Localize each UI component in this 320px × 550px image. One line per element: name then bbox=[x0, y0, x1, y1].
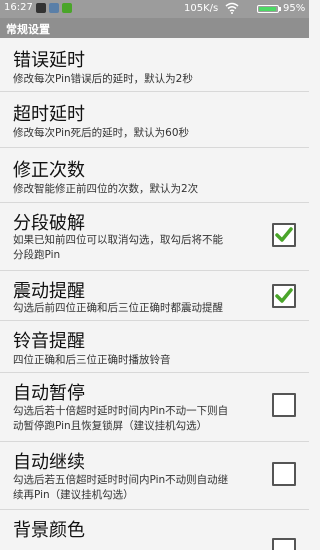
battery-fill bbox=[259, 7, 276, 11]
setting-summary: 四位正确和后三位正确时播放铃音 bbox=[13, 354, 171, 366]
background-color-checkbox[interactable] bbox=[272, 538, 296, 550]
setting-timeout-delay[interactable]: 超时延时 修改每次Pin死后的延时，默认为60秒 bbox=[0, 92, 309, 148]
setting-title: 分段破解 bbox=[13, 213, 85, 234]
setting-summary-line1: 勾选后若十倍超时延时时间内Pin不动一下则自 bbox=[13, 405, 229, 417]
qq-icon bbox=[36, 3, 46, 13]
setting-auto-pause[interactable]: 自动暂停 勾选后若十倍超时延时时间内Pin不动一下则自 动暂停跑Pin且恢复锁屏… bbox=[0, 373, 309, 442]
app-bar: 常规设置 bbox=[0, 18, 309, 38]
setting-summary-line2: 分段跑Pin bbox=[13, 249, 61, 261]
setting-title: 修正次数 bbox=[13, 160, 85, 181]
setting-summary: 修改每次Pin死后的延时，默认为60秒 bbox=[13, 127, 190, 139]
setting-title: 铃音提醒 bbox=[13, 331, 85, 352]
app-icon bbox=[62, 3, 72, 13]
checkmark-icon bbox=[275, 227, 293, 242]
vibrate-alert-checkbox[interactable] bbox=[272, 284, 296, 308]
setting-title: 超时延时 bbox=[13, 104, 85, 125]
setting-error-delay[interactable]: 错误延时 修改每次Pin错误后的延时，默认为2秒 bbox=[0, 38, 309, 92]
status-bar: 16:27 105K/s 95% bbox=[0, 0, 309, 18]
segmented-crack-checkbox[interactable] bbox=[272, 223, 296, 247]
setting-summary-line2: 续再Pin（建议挂机勾选） bbox=[13, 489, 134, 501]
auto-continue-checkbox[interactable] bbox=[272, 462, 296, 486]
checkmark-icon bbox=[275, 288, 293, 303]
setting-summary: 修改智能修正前四位的次数，默认为2次 bbox=[13, 183, 199, 195]
wifi-icon bbox=[225, 2, 239, 17]
setting-background-color[interactable]: 背景颜色 bbox=[0, 510, 309, 550]
setting-title: 震动提醒 bbox=[13, 281, 85, 302]
battery-icon bbox=[257, 5, 279, 13]
setting-ringtone-alert[interactable]: 铃音提醒 四位正确和后三位正确时播放铃音 bbox=[0, 321, 309, 373]
network-speed: 105K/s bbox=[184, 3, 219, 14]
battery-percent: 95% bbox=[283, 3, 306, 14]
setting-summary-line2: 动暂停跑Pin且恢复锁屏（建议挂机勾选） bbox=[13, 420, 208, 432]
setting-summary-line1: 勾选后若五倍超时延时时间内Pin不动则自动继 bbox=[13, 474, 229, 486]
setting-title: 自动暂停 bbox=[13, 383, 85, 404]
setting-correction-count[interactable]: 修正次数 修改智能修正前四位的次数，默认为2次 bbox=[0, 148, 309, 203]
status-time: 16:27 bbox=[4, 2, 33, 13]
setting-summary: 修改每次Pin错误后的延时，默认为2秒 bbox=[13, 73, 193, 85]
setting-summary-line1: 如果已知前四位可以取消勾选，取勾后将不能 bbox=[13, 234, 223, 246]
setting-title: 背景颜色 bbox=[13, 520, 85, 541]
setting-segmented-crack[interactable]: 分段破解 如果已知前四位可以取消勾选，取勾后将不能 分段跑Pin bbox=[0, 203, 309, 271]
image-icon bbox=[49, 3, 59, 13]
setting-vibrate-alert[interactable]: 震动提醒 勾选后前四位正确和后三位正确时都震动提醒 bbox=[0, 271, 309, 321]
page-title: 常规设置 bbox=[6, 23, 50, 36]
setting-title: 错误延时 bbox=[13, 50, 85, 71]
auto-pause-checkbox[interactable] bbox=[272, 393, 296, 417]
notification-icons bbox=[36, 3, 72, 13]
battery-tip bbox=[279, 7, 281, 11]
settings-list: 错误延时 修改每次Pin错误后的延时，默认为2秒 超时延时 修改每次Pin死后的… bbox=[0, 38, 309, 550]
setting-auto-continue[interactable]: 自动继续 勾选后若五倍超时延时时间内Pin不动则自动继 续再Pin（建议挂机勾选… bbox=[0, 442, 309, 510]
setting-title: 自动继续 bbox=[13, 452, 85, 473]
setting-summary: 勾选后前四位正确和后三位正确时都震动提醒 bbox=[13, 302, 223, 314]
